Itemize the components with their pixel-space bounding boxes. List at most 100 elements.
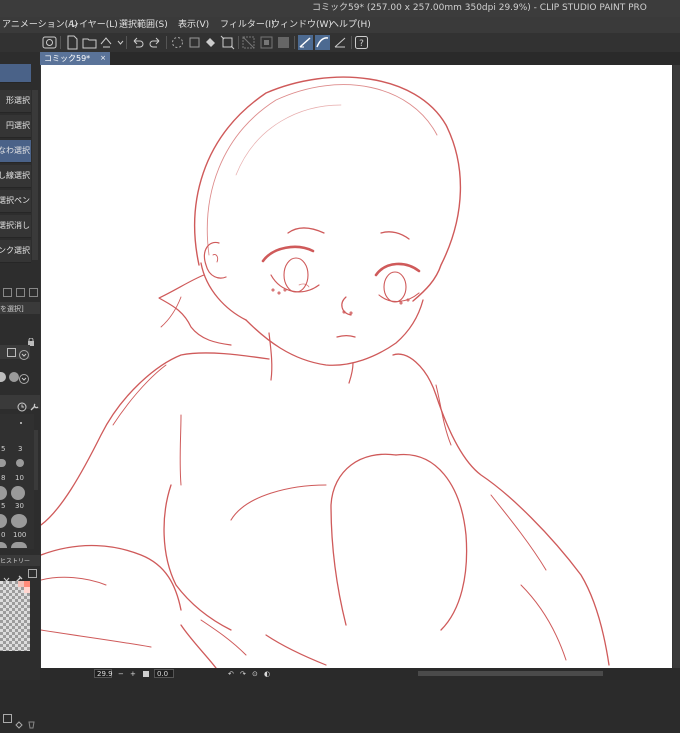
- clock-icon[interactable]: [17, 397, 27, 412]
- subtool-label: 選択ペン: [0, 196, 30, 205]
- invert-selection-icon[interactable]: [259, 35, 274, 50]
- subtool-selection-eraser[interactable]: 選択消し: [0, 215, 31, 238]
- tool-property-title: を選択]: [0, 305, 24, 313]
- undo-icon[interactable]: [130, 35, 145, 50]
- add-subtool-icon[interactable]: [3, 288, 12, 297]
- subtool-ellipse-select[interactable]: 円選択: [0, 115, 31, 138]
- brush-size-value[interactable]: 5: [1, 445, 5, 453]
- brush-size-value[interactable]: 30: [15, 502, 24, 510]
- brush-size-preview[interactable]: [11, 486, 25, 500]
- download-icon[interactable]: [28, 569, 37, 578]
- menu-layer[interactable]: レイヤー(L): [70, 17, 118, 33]
- lock-icon[interactable]: [27, 331, 35, 346]
- menu-selection[interactable]: 選択範囲(S): [119, 17, 168, 33]
- zoom-slider-handle[interactable]: [143, 671, 149, 677]
- brush-size-preview[interactable]: [11, 514, 27, 528]
- brush-size-value[interactable]: 3: [18, 445, 22, 453]
- select-all-icon[interactable]: [276, 35, 291, 50]
- title-bar: コミック59* (257.00 x 257.00mm 350dpi 29.9%)…: [0, 0, 680, 17]
- color-history-header: ヒストリー: [0, 555, 40, 566]
- svg-text:?: ?: [359, 39, 364, 49]
- clip-studio-icon[interactable]: [42, 35, 57, 50]
- menu-filter[interactable]: フィルター(I): [220, 17, 275, 33]
- delete-subtool-icon[interactable]: [29, 288, 38, 297]
- rotate-right-icon[interactable]: ↷: [240, 668, 246, 680]
- canvas-area[interactable]: [40, 65, 680, 668]
- new-file-icon[interactable]: [65, 35, 80, 50]
- zoom-field[interactable]: 29.9: [94, 669, 113, 678]
- brush-size-value[interactable]: 0: [1, 531, 5, 539]
- brush-size-scrollbar[interactable]: [34, 430, 38, 490]
- zoom-out-icon[interactable]: −: [118, 668, 124, 680]
- document-tab-bar: コミック59* ×: [40, 52, 680, 65]
- open-folder-icon[interactable]: [82, 35, 97, 50]
- chevron-down-icon[interactable]: [19, 346, 29, 360]
- brush-size-value[interactable]: 100: [13, 531, 26, 539]
- brush-size-preview[interactable]: [11, 542, 27, 548]
- color-swatch[interactable]: [24, 587, 30, 593]
- bucket-icon[interactable]: [15, 714, 24, 729]
- close-icon[interactable]: ×: [100, 52, 106, 65]
- redo-icon[interactable]: [148, 35, 163, 50]
- snap-curve-icon[interactable]: [315, 35, 330, 50]
- subtool-polyline-select[interactable]: し線選択: [0, 165, 31, 188]
- zoom-in-icon[interactable]: +: [130, 668, 136, 680]
- subtool-shrink-select[interactable]: ンク選択: [0, 240, 31, 263]
- tab-label: コミック59*: [44, 54, 91, 63]
- brush-size-value[interactable]: 5: [1, 502, 5, 510]
- rotate-left-icon[interactable]: ↶: [228, 668, 234, 680]
- zoom-value: 29.9: [97, 670, 113, 678]
- deselect-icon[interactable]: [241, 35, 256, 50]
- loading-spinner-icon[interactable]: [170, 35, 185, 50]
- flip-horizontal-icon[interactable]: ◐: [264, 668, 270, 680]
- antialias-option[interactable]: [0, 372, 6, 382]
- menu-animation[interactable]: アニメーション(A): [2, 17, 78, 33]
- snap-perspective-icon[interactable]: [333, 35, 348, 50]
- subtool-label: し線選択: [0, 171, 30, 180]
- menu-window[interactable]: ウィンドウ(W): [271, 17, 332, 33]
- subtool-rectangle-select[interactable]: 形選択: [0, 90, 31, 113]
- menu-help[interactable]: ヘルプ(H): [330, 17, 371, 33]
- clear-icon[interactable]: [187, 35, 202, 50]
- chevron-down-icon[interactable]: [19, 370, 29, 384]
- brush-size-preview[interactable]: [20, 422, 22, 424]
- chevron-down-icon[interactable]: [113, 35, 124, 50]
- help-icon[interactable]: ?: [354, 35, 369, 50]
- canvas-paper[interactable]: [41, 65, 672, 668]
- copy-subtool-icon[interactable]: [16, 288, 25, 297]
- chevron-down-icon[interactable]: [2, 569, 11, 582]
- wrench-icon[interactable]: [29, 397, 39, 411]
- window-title: コミック59* (257.00 x 257.00mm 350dpi 29.9%)…: [312, 3, 647, 13]
- brush-size-preview[interactable]: [16, 459, 24, 467]
- subtool-label: 選択消し: [0, 221, 30, 230]
- subtool-selection-pen[interactable]: 選択ペン: [0, 190, 31, 213]
- antialias-option[interactable]: [9, 372, 19, 382]
- canvas-horizontal-scrollbar[interactable]: [418, 671, 603, 676]
- canvas-vertical-scrollbar[interactable]: [673, 65, 680, 668]
- angle-field[interactable]: 0.0: [154, 669, 174, 678]
- fill-icon[interactable]: [203, 35, 218, 50]
- menu-view[interactable]: 表示(V): [178, 17, 209, 33]
- subtool-label: なわ選択: [0, 146, 30, 155]
- menu-bar: アニメーション(A) レイヤー(L) 選択範囲(S) 表示(V) フィルター(I…: [0, 17, 680, 33]
- sketch-drawing: [41, 76, 610, 668]
- angle-value: 0.0: [157, 670, 169, 678]
- command-bar: ?: [0, 33, 680, 53]
- subtool-label: 形選択: [6, 96, 30, 105]
- subtool-header: [0, 64, 31, 83]
- subtool-label: ンク選択: [0, 246, 30, 255]
- brush-size-value[interactable]: 8: [1, 474, 5, 482]
- tool-property-header: を選択]: [0, 302, 40, 314]
- eyedropper-icon[interactable]: [14, 569, 23, 584]
- subtool-lasso-select[interactable]: なわ選択: [0, 140, 31, 163]
- trash-icon[interactable]: [27, 714, 36, 729]
- new-layer-icon[interactable]: [3, 714, 12, 723]
- selection-mode-icon[interactable]: [7, 348, 16, 357]
- subtool-scrollbar[interactable]: [32, 90, 38, 260]
- save-icon[interactable]: [99, 35, 114, 50]
- transform-icon[interactable]: [220, 35, 235, 50]
- tab-document[interactable]: コミック59* ×: [40, 52, 110, 65]
- brush-size-value[interactable]: 10: [15, 474, 24, 482]
- reset-rotation-icon[interactable]: ⊙: [252, 668, 258, 680]
- snap-ruler-icon[interactable]: [298, 35, 313, 50]
